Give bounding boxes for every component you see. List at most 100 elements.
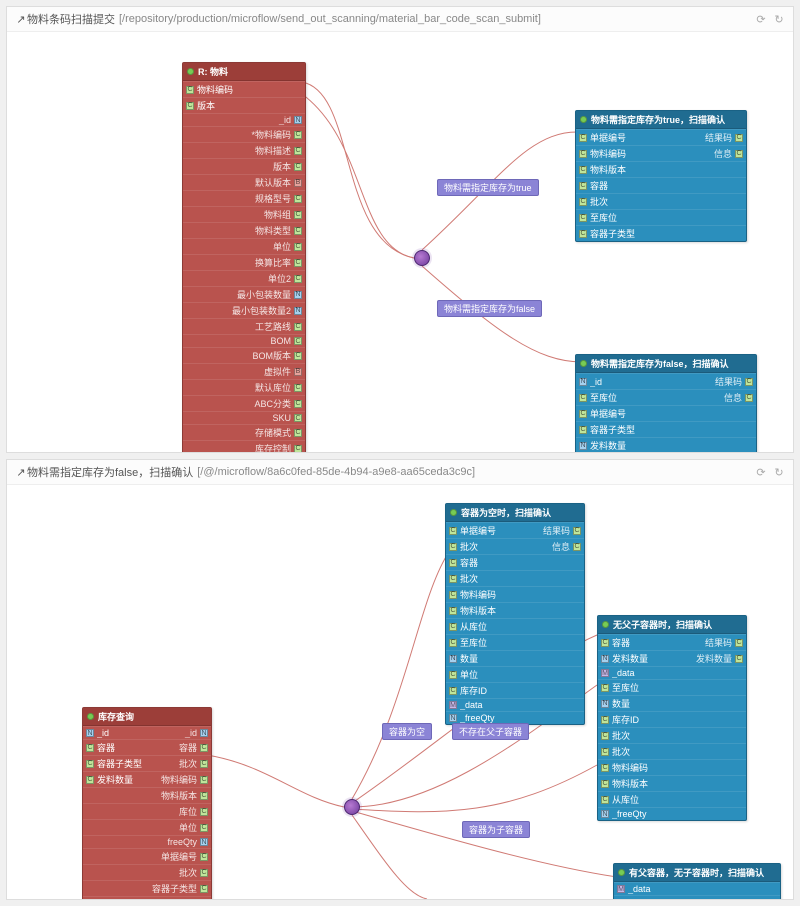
reload-icon[interactable]: ⟳ [755,466,767,478]
port-pin[interactable]: C [449,591,457,599]
port-pin[interactable]: C [579,214,587,222]
port-pin[interactable]: C [294,323,302,331]
port-pin[interactable]: C [294,227,302,235]
port-pin[interactable]: C [745,378,753,386]
port-pin[interactable]: C [735,655,743,663]
port-pin[interactable]: C [601,764,609,772]
port-pin[interactable]: C [294,337,302,345]
port-pin[interactable]: C [601,716,609,724]
port-pin[interactable]: C [579,410,587,418]
port-pin[interactable]: C [294,445,302,453]
port-pin[interactable]: C [449,559,457,567]
port-pin[interactable]: N [449,655,457,663]
port-pin[interactable]: C [579,198,587,206]
port-pin[interactable]: C [601,684,609,692]
port-pin[interactable]: C [735,134,743,142]
port-pin[interactable]: C [601,732,609,740]
port-pin[interactable]: N [601,700,609,708]
port-pin[interactable]: C [86,776,94,784]
port-pin[interactable]: N [449,714,457,722]
node-false-confirm[interactable]: 物料需指定库存为false，扫描确认 N_id结果码CC至库位信息CC单据编号C… [575,354,757,452]
port-pin[interactable]: C [449,687,457,695]
reload-icon[interactable]: ⟳ [755,13,767,25]
port-pin[interactable]: C [200,824,208,832]
port-pin[interactable]: C [601,796,609,804]
port-pin[interactable]: C [294,195,302,203]
port-pin[interactable]: N [294,291,302,299]
port-pin[interactable]: C [294,211,302,219]
port-pin[interactable]: N [86,729,94,737]
port-pin[interactable]: C [294,384,302,392]
port-pin[interactable]: C [579,394,587,402]
port-pin[interactable]: C [579,134,587,142]
port-pin[interactable]: M [449,701,457,709]
port-pin[interactable]: C [449,607,457,615]
port-pin[interactable]: N [294,116,302,124]
port-pin[interactable]: N [200,838,208,846]
node-stock-query[interactable]: 库存查询 N_id_idNC容器容器CC容器子类型批次CC发料数量物料编码C物料… [82,707,212,899]
flow-hub[interactable] [344,799,360,815]
port-pin[interactable]: N [601,810,609,818]
port-pin[interactable]: C [294,131,302,139]
node-material[interactable]: R: 物料 C物料编码C版本 _idN*物料编码C物料描述C版本C默认版本B规格… [182,62,306,452]
port-pin[interactable]: C [579,150,587,158]
port-pin[interactable]: N [294,307,302,315]
port-pin[interactable]: C [294,147,302,155]
port-pin[interactable]: C [200,853,208,861]
port-pin[interactable]: C [449,575,457,583]
port-pin[interactable]: C [86,744,94,752]
port-pin[interactable]: C [735,639,743,647]
port-pin[interactable]: N [579,442,587,450]
port-pin[interactable]: C [449,671,457,679]
port-pin[interactable]: C [200,808,208,816]
port-pin[interactable]: C [200,760,208,768]
port-pin[interactable]: C [294,259,302,267]
node-true-confirm[interactable]: 物料需指定库存为true，扫描确认 C单据编号结果码CC物料编码信息CC物料版本… [575,110,747,242]
port-pin[interactable]: B [294,179,302,187]
port-pin[interactable]: C [294,275,302,283]
refresh-icon[interactable]: ↻ [773,13,785,25]
port-pin[interactable]: C [449,639,457,647]
port-pin[interactable]: B [294,368,302,376]
port-pin[interactable]: C [200,744,208,752]
port-pin[interactable]: C [294,429,302,437]
port-pin[interactable]: N [200,729,208,737]
port-pin[interactable]: C [579,426,587,434]
port-pin[interactable]: C [449,527,457,535]
node-no-parent-child[interactable]: 无父子容器时，扫描确认 C容器结果码CN发料数量发料数量CM_dataC至库位N… [597,615,747,821]
port-pin[interactable]: N [579,378,587,386]
port-pin[interactable]: C [449,623,457,631]
port-pin[interactable]: C [200,792,208,800]
port-pin[interactable]: C [579,182,587,190]
port-pin[interactable]: C [449,543,457,551]
port-pin[interactable]: C [601,780,609,788]
port-pin[interactable]: N [601,655,609,663]
port-pin[interactable]: C [294,414,302,422]
port-pin[interactable]: C [294,400,302,408]
port-pin[interactable]: C [601,639,609,647]
port-pin[interactable]: M [601,669,609,677]
node-empty-container[interactable]: 容器为空时，扫描确认 C单据编号结果码CC批次信息CC容器C批次C物料编码C物料… [445,503,585,725]
port-pin[interactable]: C [186,102,194,110]
refresh-icon[interactable]: ↻ [773,466,785,478]
flow-hub[interactable] [414,250,430,266]
port-pin[interactable]: C [735,150,743,158]
port-pin[interactable]: M [617,885,625,893]
port-pin[interactable]: C [601,748,609,756]
port-pin[interactable]: C [294,352,302,360]
flow-canvas[interactable]: R: 物料 C物料编码C版本 _idN*物料编码C物料描述C版本C默认版本B规格… [7,32,793,452]
node-parent-no-child[interactable]: 有父容器，无子容器时，扫描确认 M_dataC容器子类型 [613,863,781,899]
port-pin[interactable]: C [745,394,753,402]
port-pin[interactable]: C [86,760,94,768]
port-pin[interactable]: C [294,243,302,251]
port-pin[interactable]: C [294,163,302,171]
port-pin[interactable]: C [200,776,208,784]
port-pin[interactable]: C [579,230,587,238]
port-pin[interactable]: C [200,869,208,877]
port-pin[interactable]: C [186,86,194,94]
port-pin[interactable]: C [579,166,587,174]
port-pin[interactable]: C [573,527,581,535]
port-pin[interactable]: C [573,543,581,551]
flow-canvas[interactable]: 库存查询 N_id_idNC容器容器CC容器子类型批次CC发料数量物料编码C物料… [7,485,793,899]
port-pin[interactable]: C [200,885,208,893]
